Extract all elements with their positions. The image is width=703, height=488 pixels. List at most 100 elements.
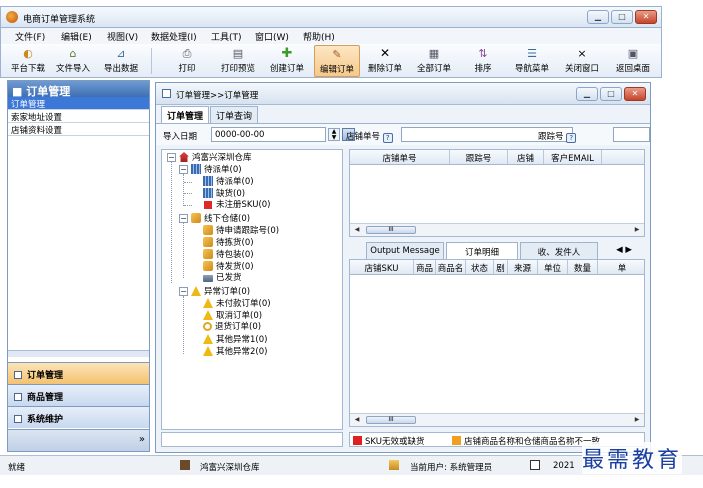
tab-order-detail[interactable]: 订单明细 bbox=[446, 242, 518, 259]
tree-collapse-toggle[interactable]: − bbox=[179, 287, 188, 296]
tracking-input[interactable] bbox=[613, 127, 650, 142]
import-date-field[interactable]: 0000-00-00 bbox=[211, 127, 326, 142]
column-header[interactable]: 跟踪号 bbox=[450, 150, 508, 164]
scroll-left-icon[interactable]: ◀ bbox=[352, 225, 362, 235]
box-icon bbox=[203, 261, 213, 271]
export-button[interactable]: ⊿ 导出数据 bbox=[97, 45, 145, 77]
sidebar-item-address-settings[interactable]: 索家地址设置 bbox=[8, 110, 149, 123]
scroll-left-icon[interactable]: ◀ bbox=[352, 415, 362, 425]
sidebar-splitter[interactable] bbox=[8, 350, 149, 357]
status-ready: 就绪 bbox=[8, 463, 26, 473]
download-button[interactable]: ◐ 平台下载 bbox=[7, 45, 49, 77]
tree-node-pending[interactable]: 待派单(0) bbox=[203, 176, 254, 188]
tree-node-returned[interactable]: 退货订单(0) bbox=[203, 322, 261, 333]
date-spinner[interactable]: ▲ ▼ bbox=[328, 128, 340, 141]
chevron-more-icon[interactable]: » bbox=[139, 434, 145, 445]
tree-node-other-exception-2[interactable]: 其他异常2(0) bbox=[203, 346, 267, 358]
inner-minimize-button[interactable]: ▁ bbox=[576, 87, 598, 101]
column-header[interactable]: 单 bbox=[598, 260, 644, 274]
column-header[interactable]: 数量 bbox=[568, 260, 598, 274]
tree-node-other-exception-1[interactable]: 其他异常1(0) bbox=[203, 334, 267, 346]
tree-node-unpaid[interactable]: 未付款订单(0) bbox=[203, 298, 271, 310]
menu-data[interactable]: 数据处理(I) bbox=[151, 30, 197, 43]
menu-file[interactable]: 文件(F) bbox=[15, 30, 45, 43]
grid-icon bbox=[203, 176, 213, 186]
minimize-button[interactable]: ▁ bbox=[587, 10, 609, 24]
print-button[interactable]: ⎙ 打印 bbox=[168, 45, 206, 77]
edit-order-button[interactable]: ✎ 编辑订单 bbox=[314, 45, 360, 77]
all-orders-button[interactable]: ▦ 全部订单 bbox=[411, 45, 457, 77]
column-header[interactable]: 商品名 bbox=[436, 260, 466, 274]
close-button[interactable]: ✕ bbox=[635, 10, 657, 24]
help-icon[interactable]: ? bbox=[566, 133, 577, 143]
tree-node-warehouse[interactable]: 鸿富兴深圳仓库 bbox=[179, 152, 252, 164]
tree-node-picking[interactable]: 待拣货(0) bbox=[203, 237, 254, 249]
order-detail-grid: 店铺SKU 商品 商品名 状态 剧 来源 单位 数量 单 ◀ III ▶ bbox=[349, 259, 645, 427]
tab-order-query[interactable]: 订单查询 bbox=[210, 106, 259, 123]
import-button[interactable]: ⌂ 文件导入 bbox=[49, 45, 97, 77]
menu-window[interactable]: 窗口(W) bbox=[255, 30, 289, 43]
status-date: 2021 bbox=[553, 461, 575, 471]
column-header[interactable]: 客户EMAIL bbox=[544, 150, 602, 164]
menu-view[interactable]: 视图(V) bbox=[107, 30, 138, 43]
scroll-right-icon[interactable]: ▶ bbox=[632, 415, 642, 425]
sidebar-item-shop-settings[interactable]: 店铺资料设置 bbox=[8, 123, 149, 136]
maximize-button[interactable]: □ bbox=[611, 10, 633, 24]
tree-node-offline-storage[interactable]: 线下仓储(0) bbox=[191, 213, 250, 225]
scroll-thumb[interactable]: III bbox=[366, 416, 416, 424]
tab-scroll-arrows[interactable]: ◀ ▶ bbox=[604, 242, 644, 259]
scroll-thumb[interactable]: III bbox=[366, 226, 416, 234]
app-window: 电商订单管理系统 ▁ □ ✕ 文件(F) 编辑(E) 视图(V) 数据处理(I)… bbox=[0, 0, 703, 488]
column-header[interactable]: 状态 bbox=[466, 260, 494, 274]
orders-horizontal-scrollbar[interactable]: ◀ III ▶ bbox=[350, 223, 644, 236]
menu-edit[interactable]: 编辑(E) bbox=[61, 30, 92, 43]
detail-horizontal-scrollbar[interactable]: ◀ III ▶ bbox=[350, 413, 644, 426]
scroll-right-icon[interactable]: ▶ bbox=[632, 225, 642, 235]
column-header[interactable]: 剧 bbox=[494, 260, 508, 274]
inner-window-title: 订单管理>>订单管理 bbox=[176, 91, 259, 101]
inner-close-button[interactable]: ✕ bbox=[624, 87, 646, 101]
tree-collapse-toggle[interactable]: − bbox=[179, 165, 188, 174]
warning-icon bbox=[203, 298, 213, 308]
box-icon bbox=[203, 249, 213, 259]
nav-menu-button[interactable]: ☰ 导航菜单 bbox=[509, 45, 555, 77]
tree-node-to-ship[interactable]: 待发货(0) bbox=[203, 261, 254, 273]
tree-node-out-of-stock[interactable]: 缺货(0) bbox=[203, 188, 245, 200]
sort-button[interactable]: ⇅ 排序 bbox=[464, 45, 502, 77]
inner-maximize-button[interactable]: □ bbox=[600, 87, 622, 101]
tree-node-packing[interactable]: 待包装(0) bbox=[203, 249, 254, 261]
warning-icon bbox=[203, 334, 213, 344]
tab-order-management[interactable]: 订单管理 bbox=[161, 106, 210, 123]
print-preview-button[interactable]: ▤ 打印预览 bbox=[215, 45, 261, 77]
column-header[interactable]: 店铺单号 bbox=[350, 150, 450, 164]
desktop-button[interactable]: ▣ 返回桌面 bbox=[610, 45, 656, 77]
create-order-button[interactable]: ✚ 创建订单 bbox=[264, 45, 310, 77]
help-icon[interactable]: ? bbox=[382, 133, 393, 143]
nav-system-maintenance[interactable]: 系统维护 bbox=[8, 406, 149, 428]
box-icon bbox=[203, 225, 213, 235]
column-header[interactable]: 商品 bbox=[414, 260, 436, 274]
menu-tools[interactable]: 工具(T) bbox=[211, 30, 242, 43]
tree-node-pending-dispatch[interactable]: 待派单(0) bbox=[191, 164, 242, 176]
tree-node-apply-tracking[interactable]: 待申请跟踪号(0) bbox=[203, 225, 279, 237]
menu-help[interactable]: 帮助(H) bbox=[303, 30, 335, 43]
close-window-button[interactable]: × 关闭窗口 bbox=[559, 45, 605, 77]
tree-collapse-toggle[interactable]: − bbox=[167, 153, 176, 162]
column-header[interactable]: 来源 bbox=[508, 260, 538, 274]
sidebar-header: ■ 订单管理 bbox=[8, 81, 149, 98]
delete-order-button[interactable]: ✕ 删除订单 bbox=[363, 45, 407, 77]
column-header[interactable]: 店铺 bbox=[508, 150, 544, 164]
column-header[interactable]: 单位 bbox=[538, 260, 568, 274]
column-header[interactable]: 店铺SKU bbox=[350, 260, 414, 274]
tree-node-exception-orders[interactable]: 异常订单(0) bbox=[191, 286, 250, 298]
sidebar-more-bar[interactable]: » bbox=[8, 429, 149, 451]
tree-node-shipped[interactable]: 已发货 bbox=[203, 273, 242, 284]
tree-node-unregistered-sku[interactable]: 未注册SKU(0) bbox=[203, 200, 271, 211]
nav-order-management[interactable]: 订单管理 bbox=[8, 362, 149, 384]
nav-product-management[interactable]: 商品管理 bbox=[8, 384, 149, 406]
tab-output-message[interactable]: Output Message bbox=[366, 242, 444, 259]
sidebar-item-order-management[interactable]: 订单管理 bbox=[8, 97, 149, 110]
tab-sender-receiver[interactable]: 收、发件人 bbox=[520, 242, 598, 259]
tree-collapse-toggle[interactable]: − bbox=[179, 214, 188, 223]
tree-node-cancelled[interactable]: 取消订单(0) bbox=[203, 310, 262, 322]
